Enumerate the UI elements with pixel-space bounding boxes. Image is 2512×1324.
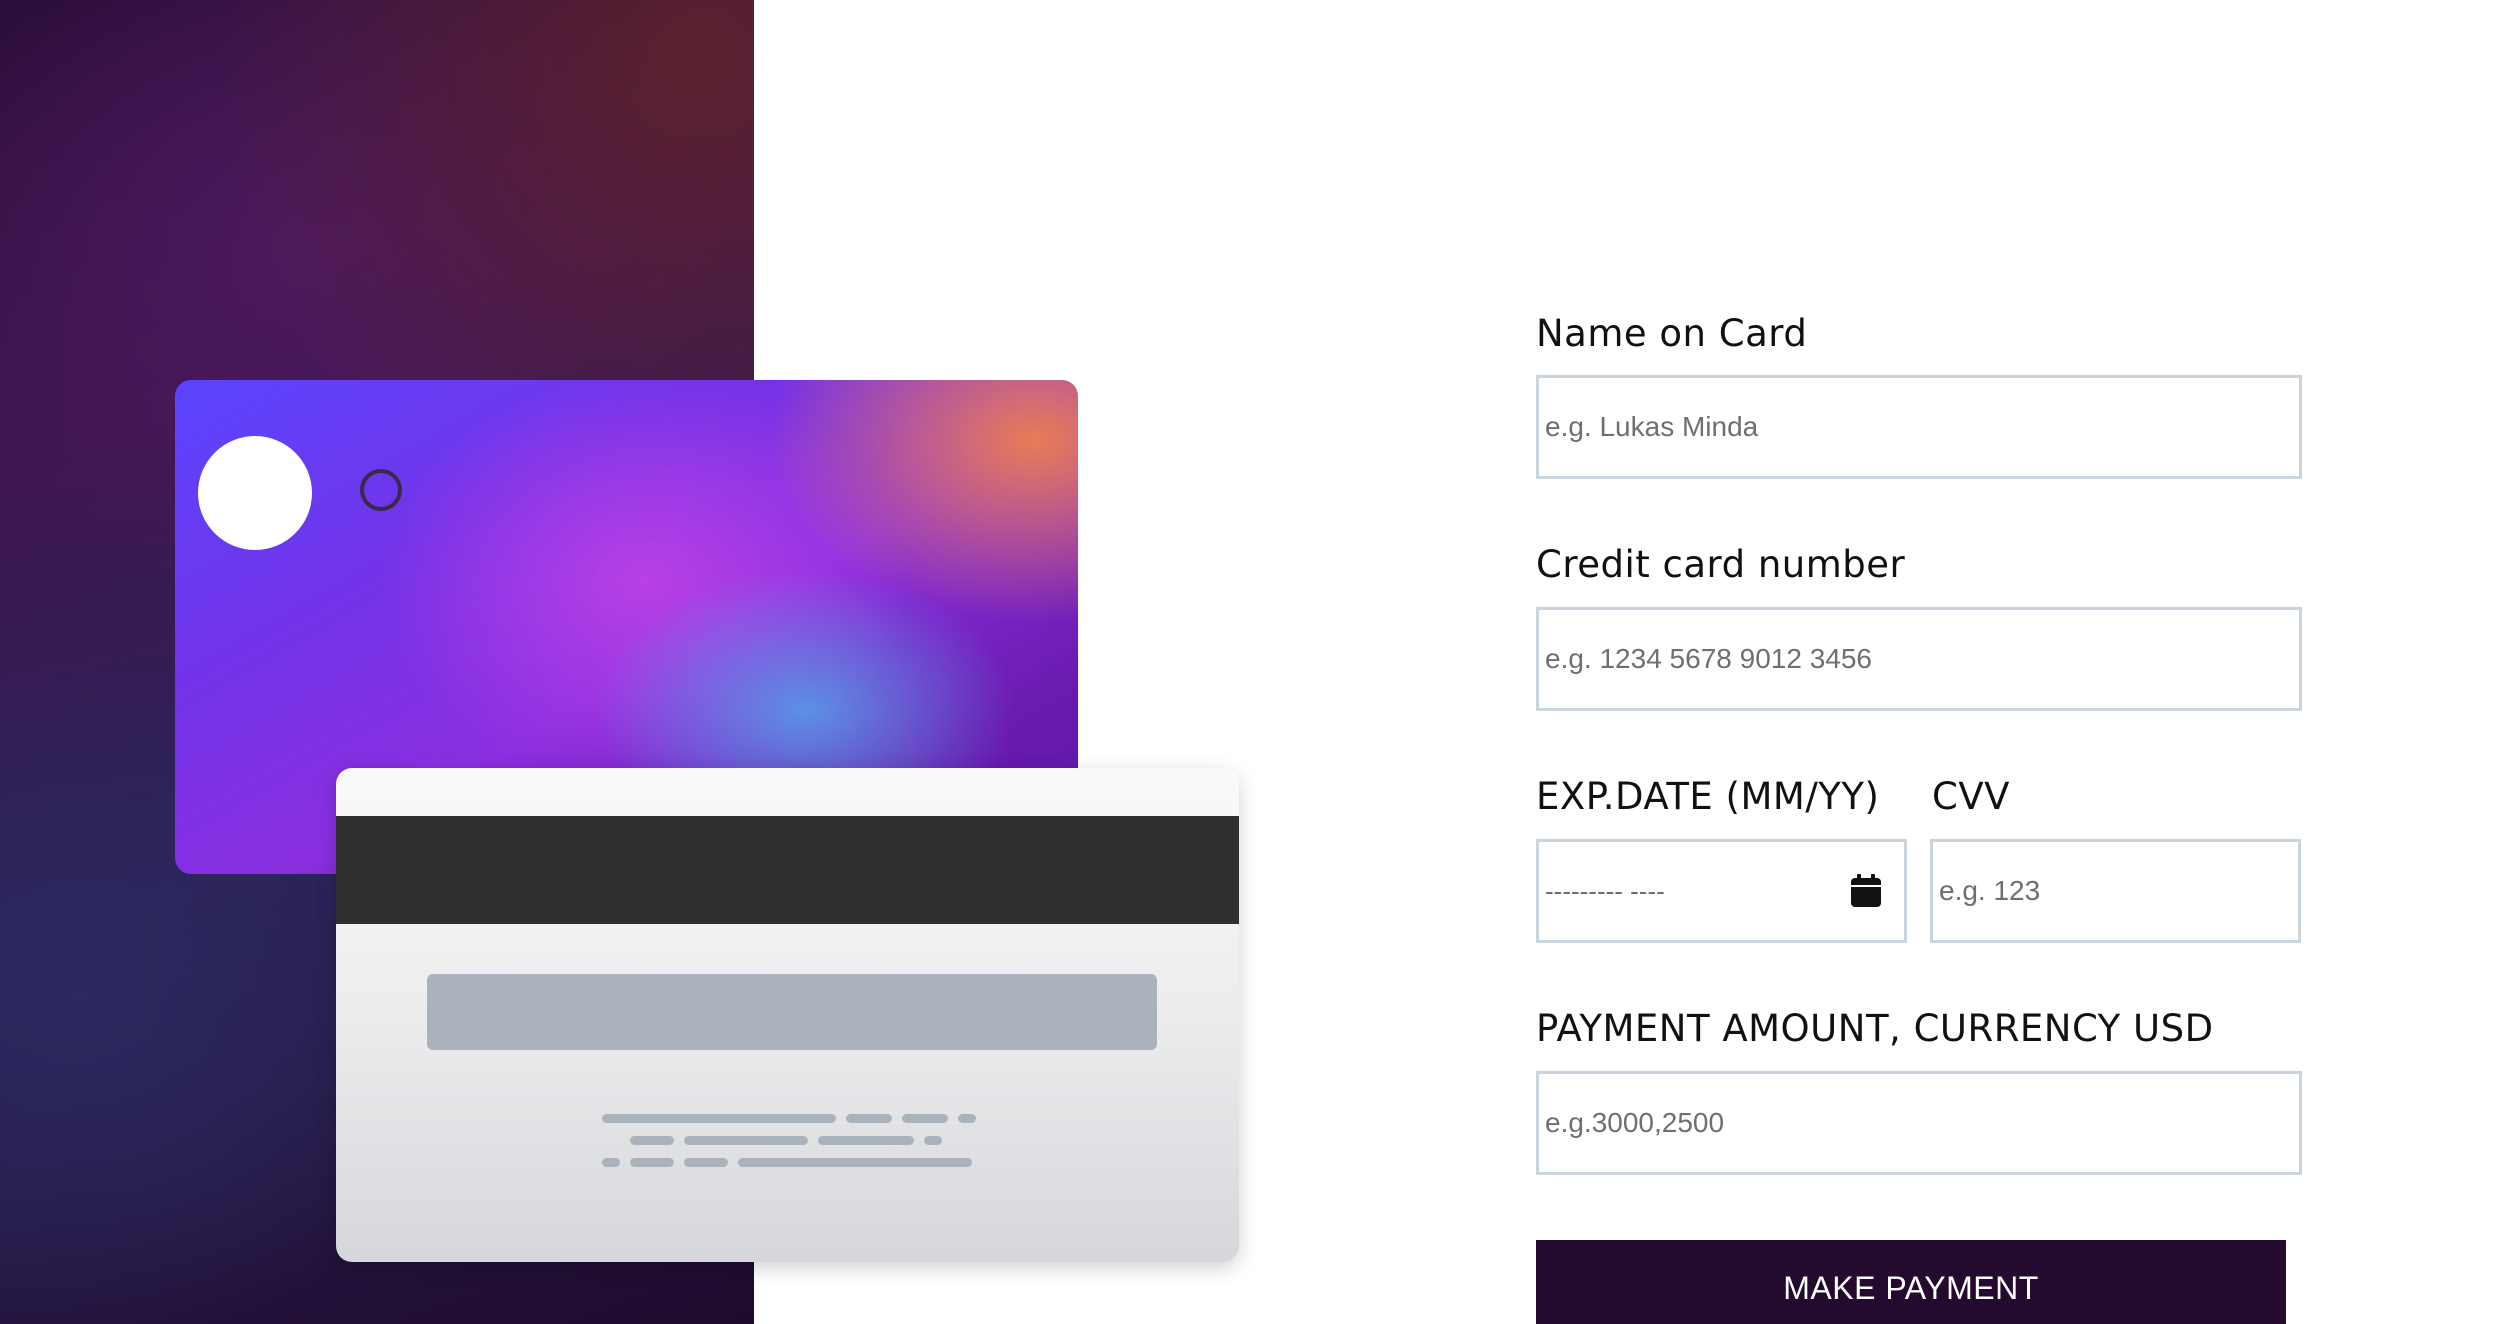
magnetic-stripe (336, 816, 1239, 924)
payment-amount-label: PAYMENT AMOUNT, CURRENCY USD (1536, 1007, 2214, 1050)
card-logo-circle (198, 436, 312, 550)
payment-amount-field[interactable] (1536, 1071, 2302, 1175)
payment-page: Name on Card Credit card number EXP.DATE… (0, 0, 2512, 1324)
payment-amount-input[interactable] (1539, 1074, 2299, 1172)
card-number-input[interactable] (1539, 610, 2299, 708)
cvv-label: CVV (1932, 775, 2010, 818)
make-payment-button[interactable]: MAKE PAYMENT (1536, 1240, 2286, 1324)
cvv-field[interactable] (1930, 839, 2301, 943)
card-number-field[interactable] (1536, 607, 2302, 711)
name-on-card-label: Name on Card (1536, 312, 1808, 355)
card-number-label: Credit card number (1536, 543, 1906, 586)
cvv-input[interactable] (1933, 842, 2298, 940)
card-back-text-lines (602, 1114, 982, 1174)
exp-date-field[interactable]: --------- ---- (1536, 839, 1907, 943)
exp-date-input[interactable]: --------- ---- (1539, 876, 1850, 907)
name-on-card-field[interactable] (1536, 375, 2302, 479)
card-chip-circle (360, 469, 402, 511)
exp-date-label: EXP.DATE (MM/YY) (1536, 775, 1880, 818)
name-on-card-input[interactable] (1539, 378, 2299, 476)
payment-form: Name on Card Credit card number EXP.DATE… (1536, 0, 2306, 1324)
credit-card-back-illustration (336, 768, 1239, 1262)
calendar-icon[interactable] (1850, 874, 1882, 908)
signature-strip (427, 974, 1157, 1050)
